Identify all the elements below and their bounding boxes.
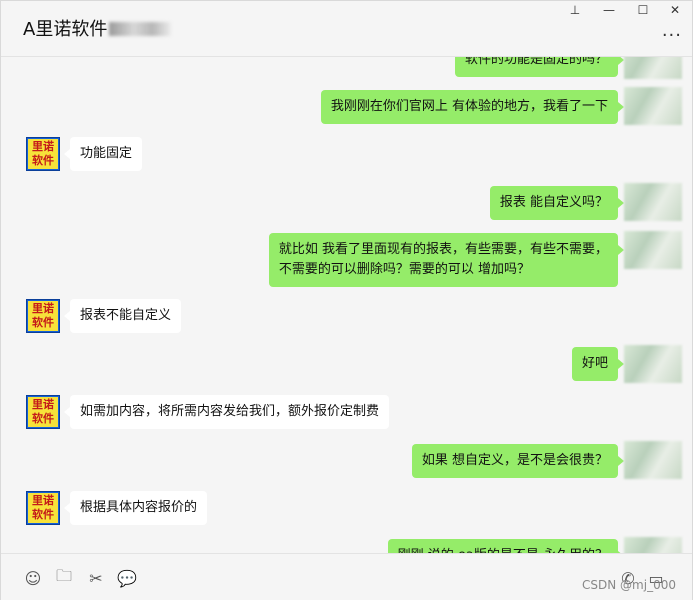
contact-avatar-logo[interactable]: 里诺 软件 xyxy=(26,395,60,429)
logo-text: 软件 xyxy=(32,508,54,521)
watermark: CSDN @mj_000 xyxy=(582,578,676,592)
close-button[interactable]: ✕ xyxy=(660,1,690,19)
message-bubble-me[interactable]: 就比如 我看了里面现有的报表，有些需要，有些不需要， 不需要的可以删除吗？需要的… xyxy=(268,233,625,287)
folder-icon[interactable]: 🗀 xyxy=(54,566,74,588)
chat-history-icon[interactable]: 💬 xyxy=(117,568,137,588)
scissors-icon[interactable]: ✂ xyxy=(86,568,106,588)
emoji-icon[interactable]: ☺ xyxy=(23,568,43,588)
message-bubble-me[interactable]: 刚刚 说的 ea版的是不是 永久用的？ xyxy=(387,539,625,553)
logo-text: 软件 xyxy=(32,154,54,167)
logo-text: 软件 xyxy=(32,412,54,425)
chat-title-text: A里诺软件 xyxy=(23,19,108,40)
my-avatar[interactable] xyxy=(624,87,682,125)
message-bubble-me[interactable]: 我刚刚在你们官网上 有体验的地方，我看了一下 xyxy=(320,90,625,124)
message-bubble-other[interactable]: 报表不能自定义 xyxy=(63,299,182,333)
my-avatar[interactable] xyxy=(624,231,682,269)
message-list[interactable]: 软件的功能是固定的吗？ 我刚刚在你们官网上 有体验的地方，我看了一下 里诺 软件 … xyxy=(1,57,692,553)
message-line: 就比如 我看了里面现有的报表，有些需要，有些不需要， xyxy=(278,242,608,257)
message-bubble-other[interactable]: 功能固定 xyxy=(63,137,143,171)
input-toolbar: ☺ 🗀 ✂ 💬 ✆ ▭ CSDN @mj_000 xyxy=(1,553,692,600)
my-avatar[interactable] xyxy=(624,345,682,383)
minimize-button[interactable]: — xyxy=(594,1,624,19)
message-line: 不需要的可以删除吗？需要的可以 增加吗？ xyxy=(278,262,530,277)
more-options-icon[interactable]: ··· xyxy=(662,25,682,46)
logo-text: 软件 xyxy=(32,316,54,329)
maximize-button[interactable]: ☐ xyxy=(628,1,658,19)
chat-window: A里诺软件 ⊥ — ☐ ✕ ··· 软件的功能是固定的吗？ 我刚刚在你们官网上 … xyxy=(0,0,693,600)
message-bubble-other[interactable]: 如需加内容，将所需内容发给我们，额外报价定制费 xyxy=(63,395,390,429)
message-bubble-me[interactable]: 如果 想自定义，是不是会很贵？ xyxy=(411,444,625,478)
message-bubble-me[interactable]: 好吧 xyxy=(571,347,625,381)
message-bubble-me[interactable]: 报表 能自定义吗？ xyxy=(489,186,625,220)
message-bubble-other[interactable]: 根据具体内容报价的 xyxy=(63,491,208,525)
logo-text: 里诺 xyxy=(32,302,54,315)
my-avatar[interactable] xyxy=(624,537,682,553)
chat-title: A里诺软件 xyxy=(23,15,172,41)
logo-text: 里诺 xyxy=(32,398,54,411)
message-bubble-me[interactable]: 软件的功能是固定的吗？ xyxy=(454,57,625,77)
logo-text: 里诺 xyxy=(32,494,54,507)
contact-avatar-logo[interactable]: 里诺 软件 xyxy=(26,299,60,333)
my-avatar[interactable] xyxy=(624,183,682,221)
my-avatar[interactable] xyxy=(624,441,682,479)
my-avatar[interactable] xyxy=(624,57,682,79)
chat-header: A里诺软件 ⊥ — ☐ ✕ ··· xyxy=(1,1,692,57)
contact-avatar-logo[interactable]: 里诺 软件 xyxy=(26,137,60,171)
pin-icon[interactable]: ⊥ xyxy=(560,1,590,19)
logo-text: 里诺 xyxy=(32,140,54,153)
contact-avatar-logo[interactable]: 里诺 软件 xyxy=(26,491,60,525)
blurred-name xyxy=(109,22,172,36)
